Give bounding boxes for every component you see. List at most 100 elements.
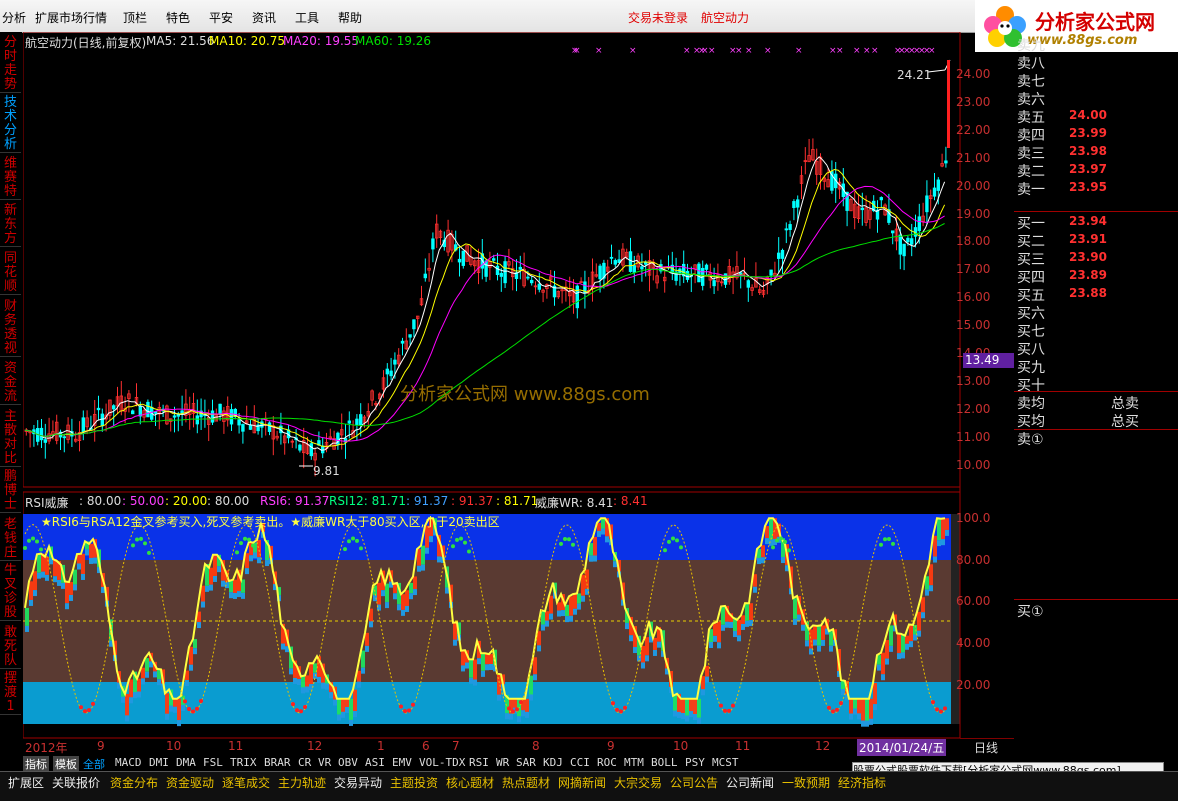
indicator-item[interactable]: KDJ xyxy=(543,756,563,769)
sell-level-row[interactable]: 卖九 xyxy=(1017,35,1177,54)
tab-gansidui[interactable]: 敢死队 xyxy=(0,626,21,669)
wr-high-point xyxy=(143,541,147,546)
bottom-tab[interactable]: 公司新闻 xyxy=(726,774,774,791)
candle-body xyxy=(777,252,781,259)
tab-capital-flow[interactable]: 资金流 xyxy=(0,362,21,405)
indicator-item[interactable]: 全部 xyxy=(83,756,105,772)
bottom-tab[interactable]: 资金分布 xyxy=(110,774,158,791)
bottom-tab[interactable]: 交易异动 xyxy=(334,774,382,791)
candle-body xyxy=(112,405,116,410)
tab-tonghuashun[interactable]: 同花顺 xyxy=(0,252,21,295)
rsi-fill-band xyxy=(813,639,817,646)
buy-level-row[interactable]: 买一 23.94 xyxy=(1017,213,1177,232)
indicator-item[interactable]: EMV xyxy=(392,756,412,769)
sell-level-row[interactable]: 卖八 xyxy=(1017,53,1177,72)
buy-level-row[interactable]: 买五 23.88 xyxy=(1017,285,1177,304)
indicator-item[interactable]: MACD xyxy=(115,756,142,769)
indicator-name: RSI威廉 xyxy=(25,496,69,510)
order-book-price: 23.95 xyxy=(1069,180,1107,194)
menu-pingan[interactable]: 平安 xyxy=(209,9,233,26)
indicator-item[interactable]: ROC xyxy=(597,756,617,769)
candle-body xyxy=(788,224,792,230)
bottom-tab[interactable]: 核心题材 xyxy=(446,774,494,791)
tab-intraday[interactable]: 分时走势 xyxy=(0,36,21,93)
bottom-tab[interactable]: 扩展区 xyxy=(8,774,44,791)
indicator-tab-0[interactable]: 指标 xyxy=(23,756,49,772)
indicator-item[interactable]: TRIX xyxy=(230,756,257,769)
sell-level-row[interactable]: 卖四 23.99 xyxy=(1017,125,1177,144)
indicator-item[interactable]: RSI xyxy=(469,756,489,769)
login-status[interactable]: 交易未登录 xyxy=(628,9,688,26)
tab-weisaite[interactable]: 维赛特 xyxy=(0,157,21,200)
wr-high-point xyxy=(887,537,891,542)
indicator-item[interactable]: OBV xyxy=(338,756,358,769)
indicator-item[interactable]: DMA xyxy=(176,756,196,769)
sell-level-row[interactable]: 卖三 23.98 xyxy=(1017,143,1177,162)
bottom-tab[interactable]: 一致预期 xyxy=(782,774,830,791)
sell-level-row[interactable]: 卖五 24.00 xyxy=(1017,107,1177,126)
indicator-item[interactable]: CR xyxy=(298,756,311,769)
tab-baidu-1[interactable]: 摆渡1 xyxy=(0,672,21,715)
indicator-item[interactable]: MTM xyxy=(624,756,644,769)
menu-analysis[interactable]: 分析 xyxy=(2,9,26,26)
sell-level-row[interactable]: 卖二 23.97 xyxy=(1017,161,1177,180)
buy-level-row[interactable]: 买四 23.89 xyxy=(1017,267,1177,286)
indicator-tab-1[interactable]: 模板 xyxy=(53,756,79,772)
indicator-item[interactable]: WR xyxy=(496,756,509,769)
indicator-bar: 指标 模板 全部 MACD DMI DMA FSL TRIX BRAR CR VR OBV ASI EMV… xyxy=(23,756,978,772)
indicator-item[interactable]: ASI xyxy=(365,756,385,769)
indicator-item[interactable]: MCST xyxy=(712,756,739,769)
tab-main-vs-retail[interactable]: 主散对比 xyxy=(0,410,21,467)
bottom-tab[interactable]: 大宗交易 xyxy=(614,774,662,791)
period-label[interactable]: 日线 xyxy=(960,738,1014,755)
sell-level-row[interactable]: 卖一 23.95 xyxy=(1017,179,1177,198)
rsi-fill-band xyxy=(729,621,733,628)
candle-body xyxy=(309,443,313,457)
menu-tools[interactable]: 工具 xyxy=(295,9,319,26)
chart-area[interactable]: × × × × × × × × × × × × × × × × × × × × × × × × × × × 航空动力(日线,前复权)… xyxy=(23,32,1015,756)
sell-level-row[interactable]: 卖六 xyxy=(1017,89,1177,108)
buy-level-row[interactable]: 买六 xyxy=(1017,303,1177,322)
tab-stock-diagnosis[interactable]: 牛叉诊股 xyxy=(0,564,21,621)
rsi-fill-band xyxy=(337,698,341,715)
menu-news[interactable]: 资讯 xyxy=(252,9,276,26)
bottom-tab[interactable]: 资金驱动 xyxy=(166,774,214,791)
buy-level-row[interactable]: 买三 23.90 xyxy=(1017,249,1177,268)
rsi-fill-band xyxy=(305,675,309,687)
indicator-item[interactable]: VOL-TDX xyxy=(419,756,465,769)
tab-xindongfang[interactable]: 新东方 xyxy=(0,204,21,247)
buy-level-row[interactable]: 买七 xyxy=(1017,321,1177,340)
tab-pengboshi[interactable]: 鹏博士 xyxy=(0,470,21,513)
bottom-tab[interactable]: 网摘新闻 xyxy=(558,774,606,791)
buy-level-row[interactable]: 买九 xyxy=(1017,357,1177,376)
bottom-tab[interactable]: 经济指标 xyxy=(838,774,886,791)
sell-level-row[interactable]: 卖七 xyxy=(1017,71,1177,90)
menu-features[interactable]: 特色 xyxy=(166,9,190,26)
tab-technical-analysis[interactable]: 技术分析 xyxy=(0,96,21,153)
menu-help[interactable]: 帮助 xyxy=(338,9,362,26)
bottom-tab[interactable]: 主题投资 xyxy=(390,774,438,791)
buy-level-row[interactable]: 买二 23.91 xyxy=(1017,231,1177,250)
menu-top-bar[interactable]: 顶栏 xyxy=(123,9,147,26)
indicator-item[interactable]: DMI xyxy=(149,756,169,769)
candle-body xyxy=(210,410,215,423)
tab-laoqianzhuang[interactable]: 老钱庄 xyxy=(0,518,21,561)
indicator-item[interactable]: VR xyxy=(318,756,331,769)
bottom-tab[interactable]: 主力轨迹 xyxy=(278,774,326,791)
bottom-tab[interactable]: 关联报价 xyxy=(52,774,100,791)
tab-financial-view[interactable]: 财务透视 xyxy=(0,300,21,357)
buy-level-row[interactable]: 买八 xyxy=(1017,339,1177,358)
indicator-item[interactable]: FSL xyxy=(203,756,223,769)
wr-high-point xyxy=(139,536,143,541)
indicator-item[interactable]: BOLL xyxy=(651,756,678,769)
time-axis-label: 12 xyxy=(307,739,323,753)
bottom-tab[interactable]: 热点题材 xyxy=(502,774,550,791)
indicator-item[interactable]: SAR xyxy=(516,756,536,769)
bottom-tab[interactable]: 逐笔成交 xyxy=(222,774,270,791)
rsi-fill-band xyxy=(713,623,717,636)
bottom-tab[interactable]: 公司公告 xyxy=(670,774,718,791)
indicator-item[interactable]: CCI xyxy=(570,756,590,769)
indicator-item[interactable]: PSY xyxy=(685,756,705,769)
indicator-item[interactable]: BRAR xyxy=(264,756,291,769)
menu-extended-market[interactable]: 扩展市场行情 xyxy=(35,9,107,26)
